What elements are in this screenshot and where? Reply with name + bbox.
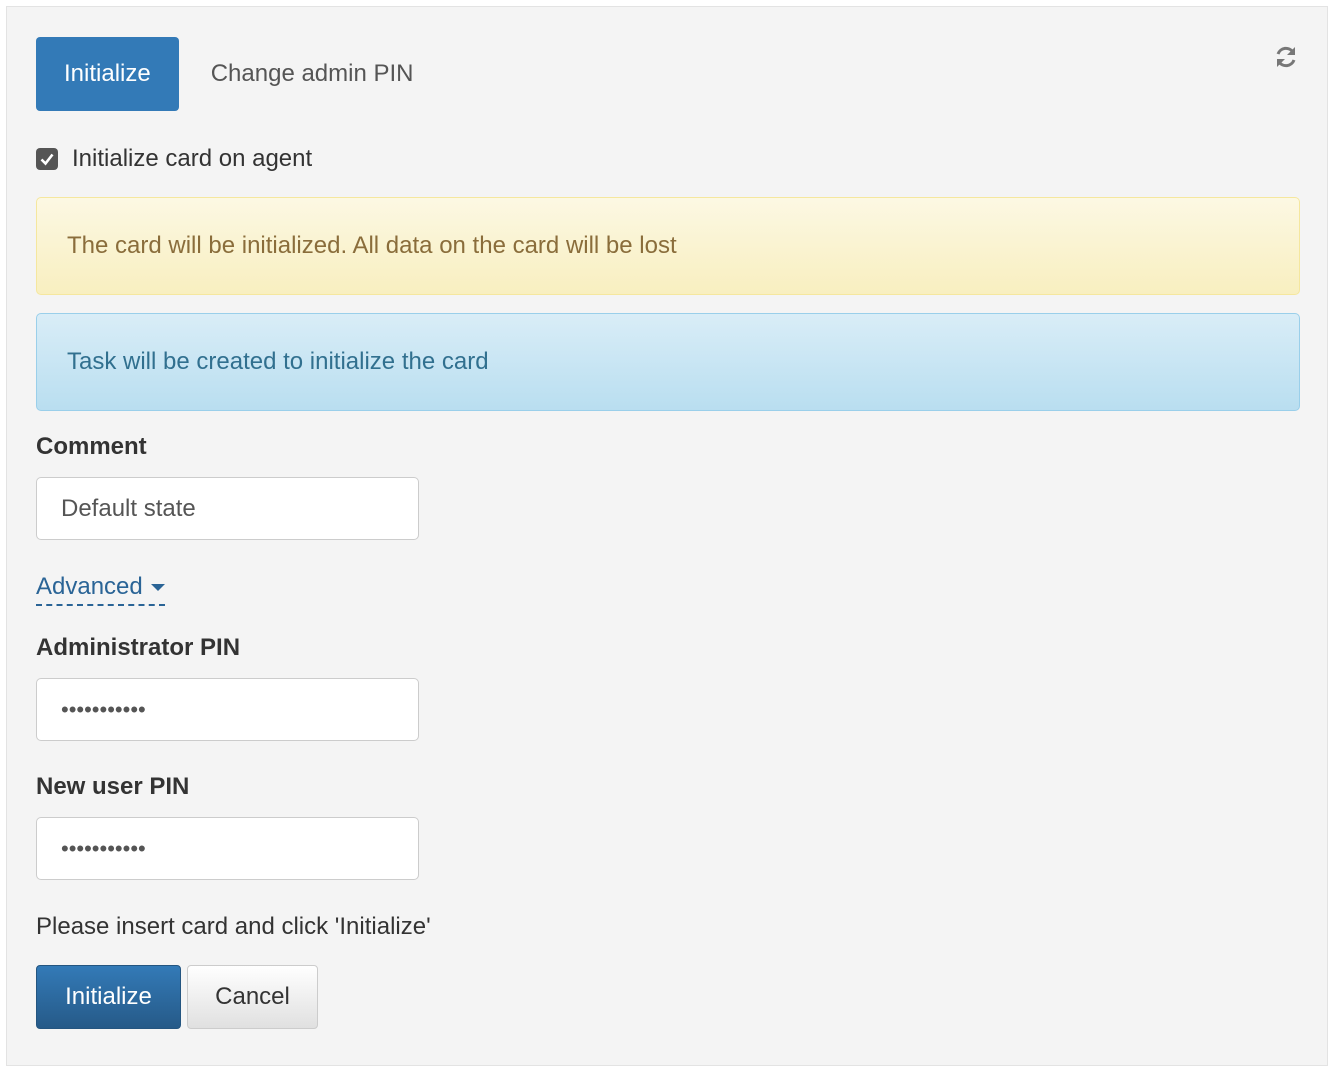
- cancel-button-label: Cancel: [215, 983, 290, 1010]
- warning-alert: The card will be initialized. All data o…: [36, 197, 1300, 295]
- tab-change-admin-pin[interactable]: Change admin PIN: [179, 37, 446, 111]
- admin-pin-value: •••••••••••: [61, 696, 146, 722]
- warning-alert-text: The card will be initialized. All data o…: [67, 232, 677, 259]
- initialize-button[interactable]: Initialize: [36, 965, 181, 1029]
- caret-down-icon: [150, 583, 165, 591]
- check-icon: [40, 153, 54, 166]
- comment-input-value: Default state: [61, 494, 196, 522]
- user-pin-value: •••••••••••: [61, 835, 146, 861]
- comment-input[interactable]: Default state: [36, 477, 419, 540]
- advanced-label: Advanced: [36, 573, 143, 600]
- initialize-button-label: Initialize: [65, 983, 152, 1010]
- initialize-on-agent-checkbox[interactable]: [36, 148, 58, 170]
- info-alert: Task will be created to initialize the c…: [36, 313, 1300, 411]
- tab-initialize[interactable]: Initialize: [36, 37, 179, 111]
- admin-pin-label: Administrator PIN: [36, 634, 241, 661]
- admin-pin-input[interactable]: •••••••••••: [36, 678, 419, 741]
- comment-label: Comment: [36, 433, 147, 460]
- initialize-card-panel: Initialize Change admin PIN Initialize c…: [6, 6, 1328, 1066]
- tab-bar: Initialize Change admin PIN: [36, 37, 446, 111]
- info-alert-text: Task will be created to initialize the c…: [67, 348, 489, 375]
- tab-change-admin-pin-label: Change admin PIN: [210, 60, 414, 87]
- user-pin-label: New user PIN: [36, 773, 190, 800]
- initialize-on-agent-row: Initialize card on agent: [36, 145, 312, 173]
- cancel-button[interactable]: Cancel: [187, 965, 318, 1029]
- initialize-on-agent-label: Initialize card on agent: [72, 145, 313, 172]
- tab-initialize-label: Initialize: [64, 60, 151, 87]
- user-pin-input[interactable]: •••••••••••: [36, 817, 419, 880]
- advanced-toggle[interactable]: Advanced: [36, 573, 165, 606]
- refresh-icon[interactable]: [1272, 43, 1300, 71]
- insert-card-hint: Please insert card and click 'Initialize…: [36, 913, 431, 940]
